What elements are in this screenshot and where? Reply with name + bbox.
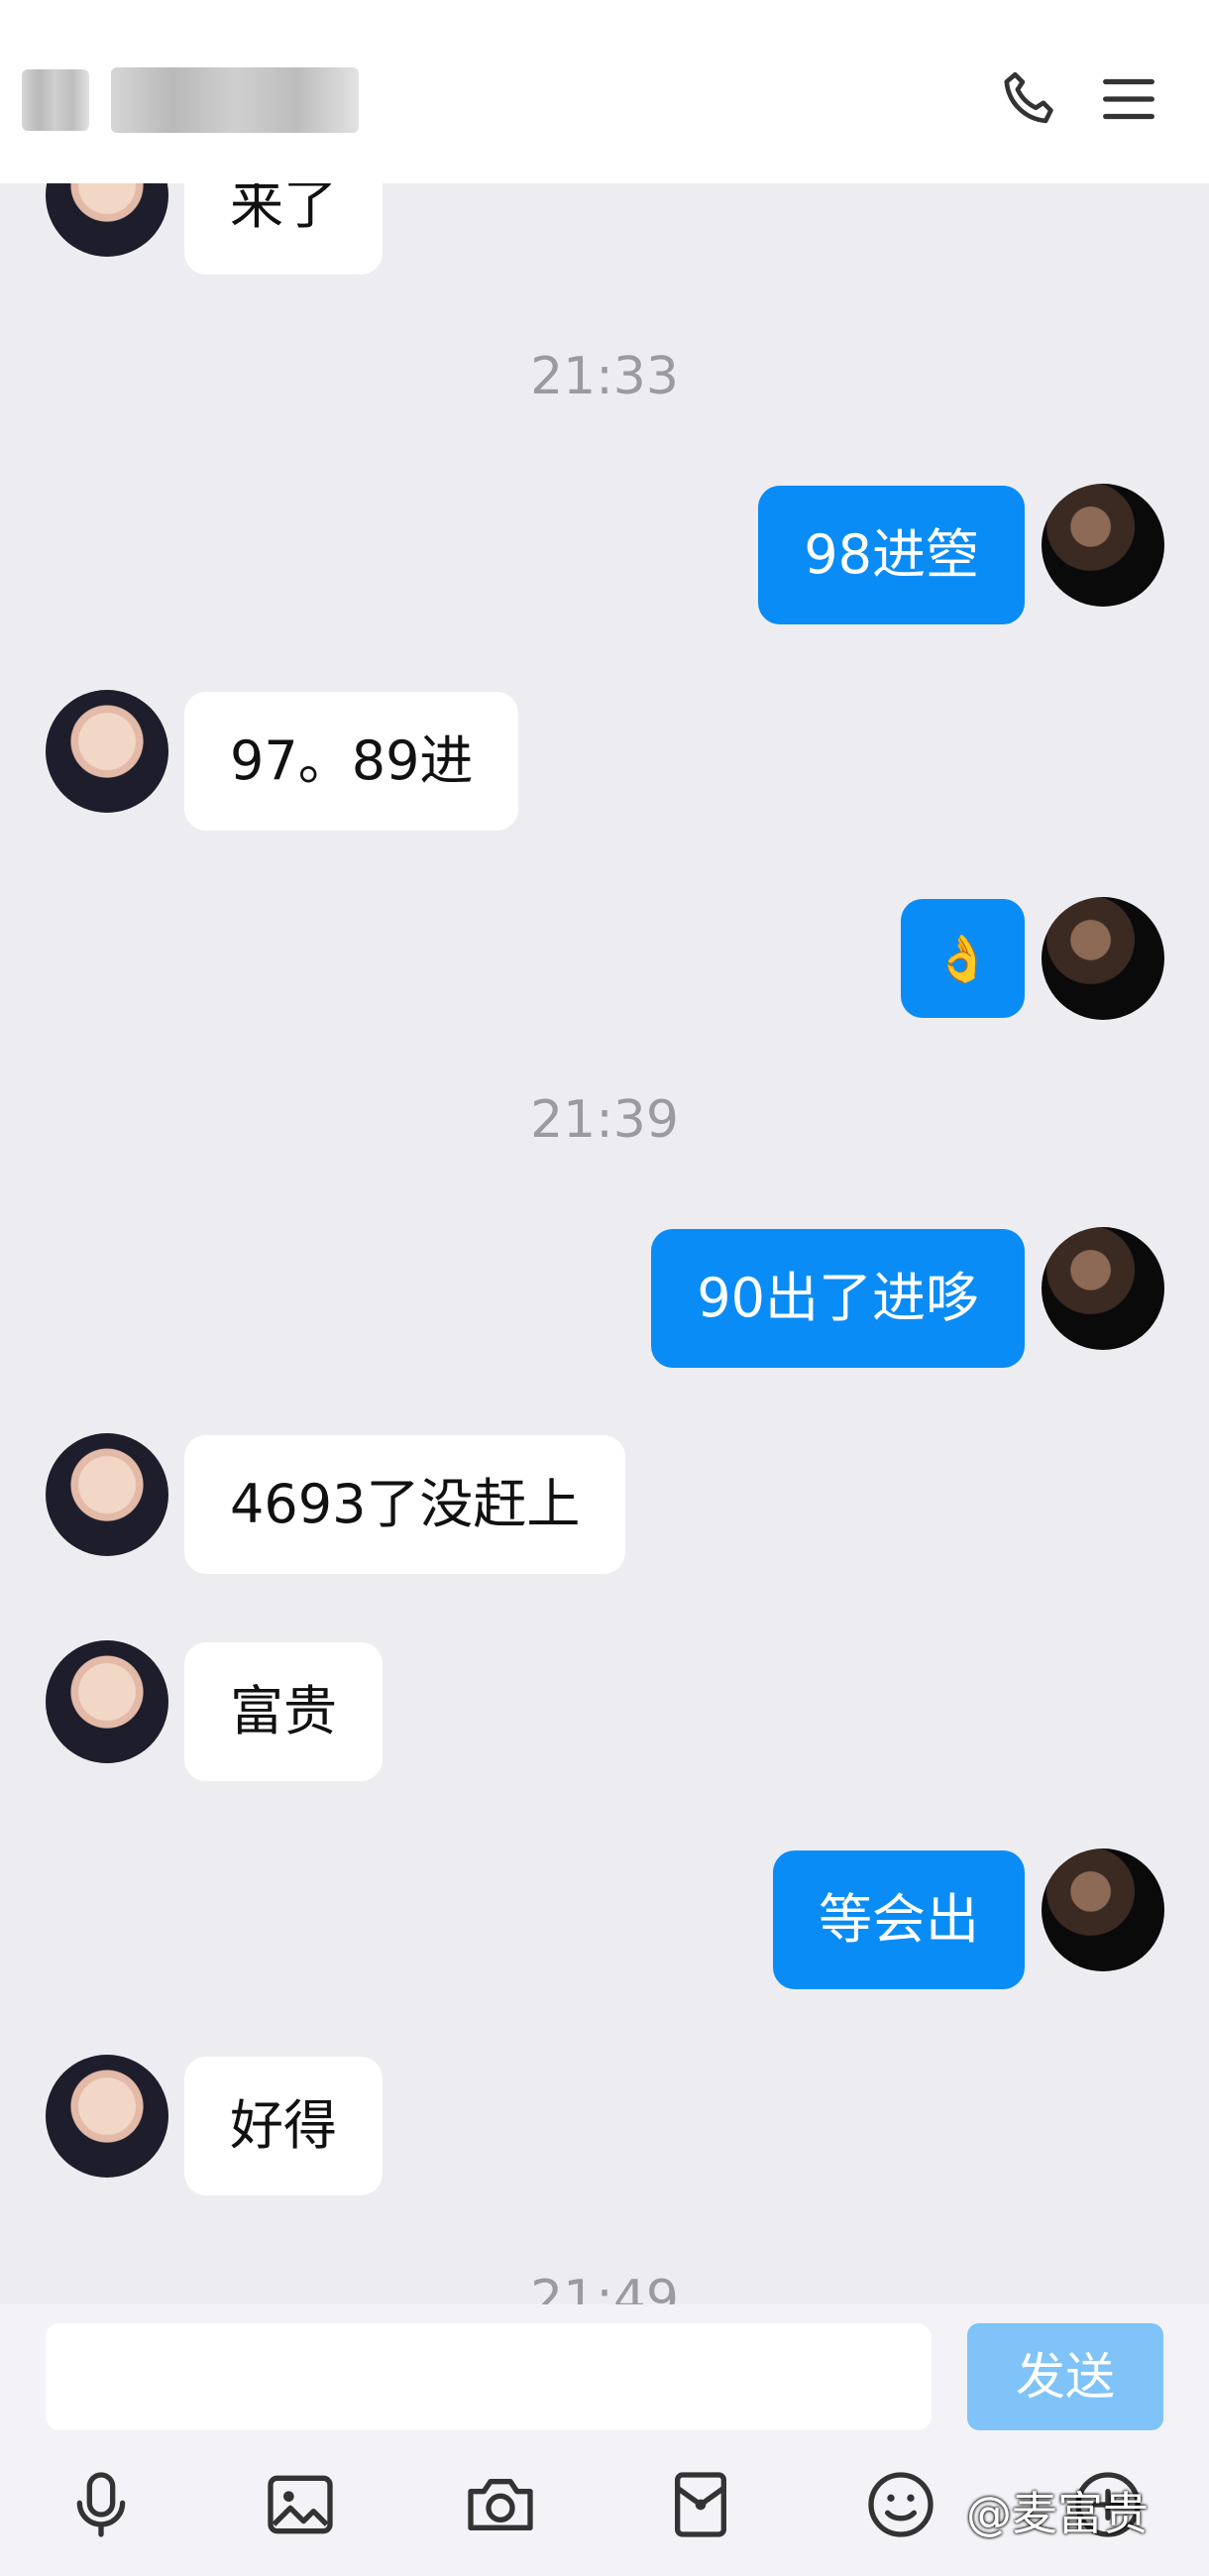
my-avatar[interactable]: [1042, 897, 1164, 1020]
my-avatar[interactable]: [1042, 1848, 1164, 1971]
message-list[interactable]: 来了 21:33 98进箜 97。89进 👌 21:39 90出了进哆 4693…: [0, 183, 1209, 2304]
red-packet-icon[interactable]: [661, 2465, 740, 2544]
mic-icon[interactable]: [61, 2465, 141, 2544]
message-bubble[interactable]: 富贵: [184, 1642, 383, 1781]
message-bubble[interactable]: 98进箜: [758, 486, 1025, 624]
contact-avatar[interactable]: [46, 2055, 168, 2178]
contact-avatar[interactable]: [46, 1640, 168, 1763]
message-bubble[interactable]: 90出了进哆: [651, 1229, 1025, 1368]
my-avatar[interactable]: [1042, 484, 1164, 607]
message-input[interactable]: [46, 2323, 932, 2430]
message-bubble[interactable]: 97。89进: [184, 692, 519, 831]
contact-avatar[interactable]: [46, 690, 168, 813]
contact-avatar[interactable]: [46, 1433, 168, 1556]
watermark: @麦富贵: [966, 2487, 1149, 2540]
camera-icon[interactable]: [461, 2465, 540, 2544]
message-bubble[interactable]: 4693了没赶上: [184, 1435, 626, 1574]
chat-header: [0, 0, 1209, 183]
contact-avatar[interactable]: [46, 183, 168, 257]
message-bubble[interactable]: 好得: [184, 2057, 383, 2195]
phone-icon[interactable]: [996, 64, 1065, 134]
message-bubble[interactable]: 来了: [184, 183, 383, 275]
image-icon[interactable]: [261, 2465, 340, 2544]
menu-icon[interactable]: [1094, 64, 1163, 134]
contact-name-redacted: [22, 69, 89, 131]
timestamp: 21:49: [530, 2270, 679, 2304]
send-button[interactable]: 发送: [967, 2323, 1163, 2430]
emoji-icon[interactable]: [861, 2465, 940, 2544]
message-bubble[interactable]: 等会出: [773, 1850, 1025, 1989]
emoji-bubble[interactable]: 👌: [900, 899, 1025, 1018]
timestamp: 21:33: [530, 347, 679, 406]
my-avatar[interactable]: [1042, 1227, 1164, 1350]
timestamp: 21:39: [530, 1090, 679, 1150]
contact-name-redacted: [111, 67, 359, 133]
